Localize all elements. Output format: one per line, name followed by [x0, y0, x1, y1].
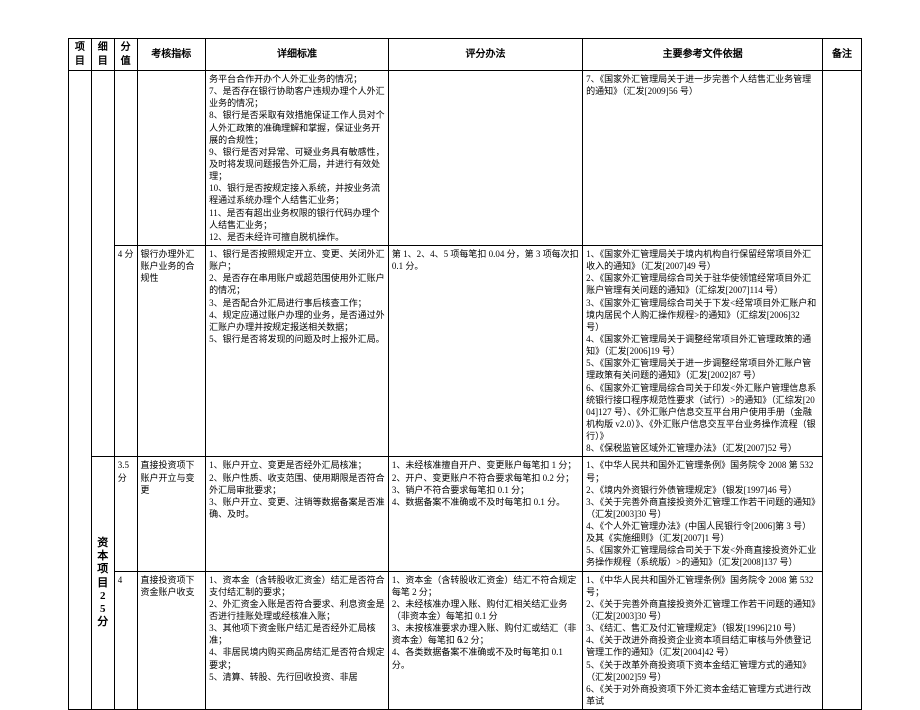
scoring-cell: 1、未经核准擅自开户、变更账户每笔扣 1 分；2、开户、变更账户不符合要求每笔扣…: [388, 457, 582, 571]
item-cell: [91, 71, 114, 457]
col-item: 细目: [91, 39, 114, 71]
indicator-cell: 银行办理外汇账户业务的合规性: [137, 245, 206, 456]
col-reference: 主要参考文件依据: [583, 39, 823, 71]
col-score: 分值: [114, 39, 137, 71]
score-cell: 3.5 分: [114, 457, 137, 571]
remark-cell: [823, 71, 862, 710]
standard-cell: 1、账户开立、变更是否经外汇局核准；2、账户性质、收支范围、使用期限是否符合外汇…: [206, 457, 389, 571]
standard-cell: 1、银行是否按照规定开立、变更、关闭外汇账户；2、是否存在串用账户或超范围使用外…: [206, 245, 389, 456]
indicator-cell: 直接投资项下账户开立与变更: [137, 457, 206, 571]
scoring-cell: [388, 71, 582, 246]
col-scoring: 评分办法: [388, 39, 582, 71]
page-number: 5: [0, 634, 920, 648]
section-cell: 资本项目25分: [91, 457, 114, 710]
scoring-cell: 第 1、2、4、5 项每笔扣 0.04 分，第 3 项每次扣 0.1 分。: [388, 245, 582, 456]
col-project: 项目: [69, 39, 92, 71]
col-indicator: 考核指标: [137, 39, 206, 71]
col-remark: 备注: [823, 39, 862, 71]
project-cell: [69, 71, 92, 710]
col-standard: 详细标准: [206, 39, 389, 71]
score-cell: 4 分: [114, 245, 137, 456]
reference-cell: 7、《国家外汇管理局关于进一步完善个人结售汇业务管理的通知》（汇发[2009]5…: [583, 71, 823, 246]
assessment-table: 项目 细目 分值 考核指标 详细标准 评分办法 主要参考文件依据 备注 务平台合…: [68, 38, 862, 710]
reference-cell: 1、《中华人民共和国外汇管理条例》国务院令 2008 第 532 号；2、《境内…: [583, 457, 823, 571]
standard-cell: 务平台合作开办个人外汇业务的情况；7、是否存在银行协助客户违规办理个人外汇业务的…: [206, 71, 389, 246]
reference-cell: 1、《国家外汇管理局关于境内机构自行保留经常项目外汇收入的通知》（汇发[2007…: [583, 245, 823, 456]
indicator-cell: [137, 71, 206, 246]
score-cell: [114, 71, 137, 246]
